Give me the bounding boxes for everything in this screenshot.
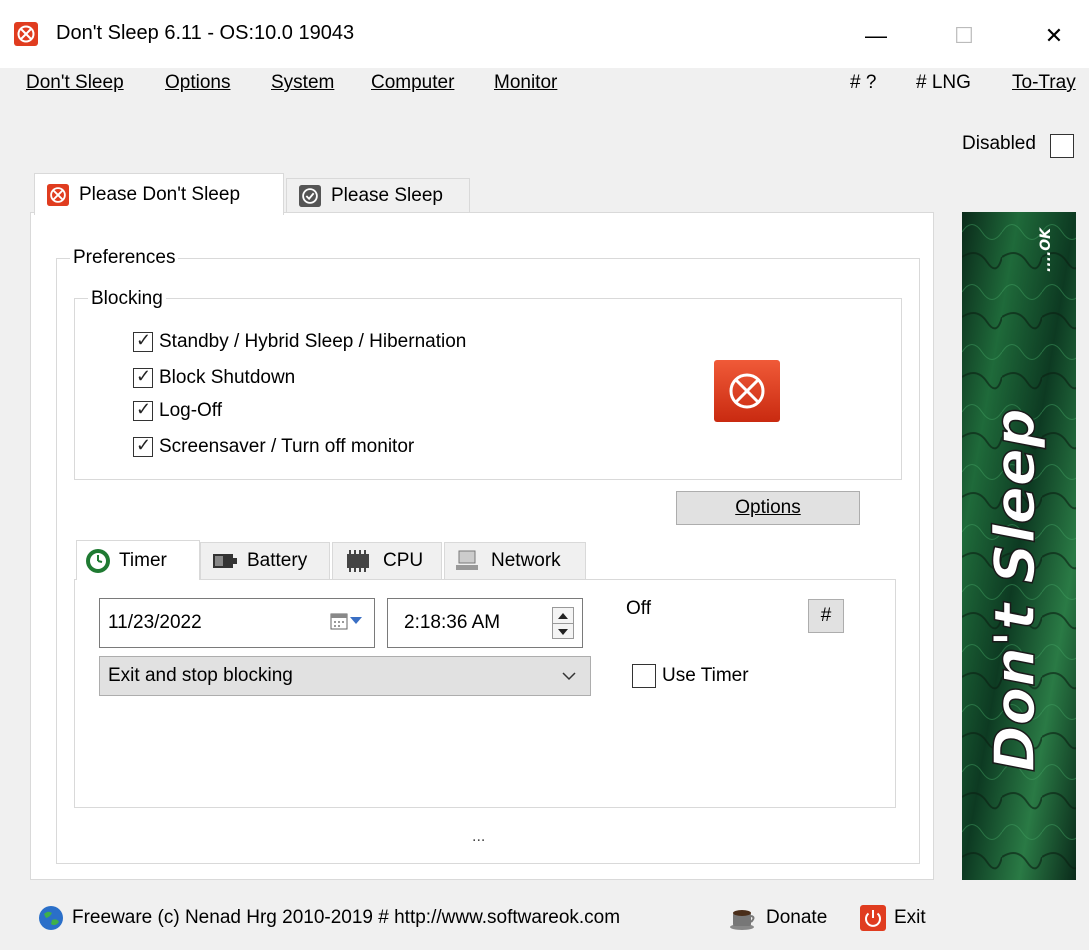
freeware-link[interactable]: Freeware (c) Nenad Hrg 2010-2019 # http:…	[38, 905, 620, 931]
date-picker[interactable]: 11/23/2022	[99, 598, 375, 648]
spin-up-icon[interactable]	[553, 608, 573, 624]
time-picker[interactable]: 2:18:36 AM	[387, 598, 583, 648]
use-timer-label: Use Timer	[662, 665, 749, 686]
tab-please-dont-sleep[interactable]: Please Don't Sleep	[34, 173, 284, 215]
donate-link[interactable]: Donate	[728, 905, 827, 931]
dont-sleep-tab-icon	[47, 183, 69, 206]
tab-network-label: Network	[491, 550, 561, 571]
menu-monitor[interactable]: Monitor	[494, 72, 557, 94]
menu-system[interactable]: System	[271, 72, 334, 94]
coffee-cup-icon	[730, 910, 755, 930]
timer-status: Off	[626, 598, 651, 619]
clock-icon	[86, 548, 110, 573]
menu-options[interactable]: Options	[165, 72, 230, 94]
spin-down-icon[interactable]	[553, 624, 573, 639]
battery-icon	[213, 554, 237, 568]
log-off-checkbox-row[interactable]: Log-Off	[133, 399, 223, 422]
maximize-button[interactable]: ☐	[934, 14, 994, 58]
chevron-down-icon	[350, 617, 362, 624]
use-timer-checkbox[interactable]	[632, 664, 656, 688]
cpu-icon	[347, 550, 369, 572]
menu-to-tray[interactable]: To-Tray	[1012, 72, 1076, 94]
preferences-title: Preferences	[70, 247, 179, 269]
disabled-label: Disabled	[962, 133, 1036, 154]
exit-label: Exit	[894, 907, 926, 928]
exit-button[interactable]: Exit	[860, 905, 926, 931]
chevron-down-icon	[562, 672, 576, 681]
block-shutdown-label: Block Shutdown	[159, 367, 296, 388]
minimize-button[interactable]: —	[846, 14, 906, 58]
calendar-dropdown-icon[interactable]	[330, 612, 362, 630]
close-button[interactable]: ✕	[1024, 14, 1084, 58]
network-icon	[456, 550, 478, 570]
tab-battery-label: Battery	[247, 550, 308, 571]
app-icon	[14, 22, 38, 46]
tab-please-dont-sleep-label: Please Don't Sleep	[79, 183, 241, 205]
panel-ellipsis: ...	[472, 828, 486, 845]
standby-label: Standby / Hybrid Sleep / Hibernation	[159, 331, 467, 352]
power-icon	[860, 905, 886, 931]
banner-title: Don't Sleep	[983, 408, 1048, 772]
log-off-label: Log-Off	[159, 400, 223, 421]
block-shutdown-checkbox-row[interactable]: Block Shutdown	[133, 366, 296, 389]
tab-cpu-label: CPU	[383, 550, 424, 571]
screensaver-checkbox[interactable]	[133, 435, 153, 457]
tab-please-sleep[interactable]: Please Sleep	[286, 178, 470, 214]
menu-dont-sleep[interactable]: Don't Sleep	[26, 72, 124, 94]
globe-icon	[39, 906, 63, 930]
log-off-checkbox[interactable]	[133, 399, 153, 421]
calendar-icon	[330, 613, 348, 630]
tab-cpu[interactable]: CPU	[332, 542, 442, 580]
use-timer-row[interactable]: Use Timer	[632, 664, 749, 688]
tab-network[interactable]: Network	[444, 542, 586, 580]
donate-label: Donate	[766, 907, 828, 928]
blocking-status-icon	[714, 360, 780, 422]
timer-hash-button[interactable]: #	[808, 599, 844, 633]
options-button[interactable]: Options	[676, 491, 860, 525]
timer-action-select[interactable]: Exit and stop blocking	[99, 656, 591, 696]
menu-language[interactable]: # LNG	[916, 72, 971, 94]
window-title: Don't Sleep 6.11 - OS:10.0 19043	[56, 22, 355, 44]
date-value: 11/23/2022	[108, 612, 202, 633]
time-value: 2:18:36 AM	[404, 612, 501, 633]
tab-please-sleep-label: Please Sleep	[331, 185, 443, 206]
standby-checkbox[interactable]	[133, 330, 153, 352]
block-shutdown-checkbox[interactable]	[133, 366, 153, 388]
blocking-title: Blocking	[88, 288, 166, 310]
sleep-tab-icon	[299, 185, 321, 207]
menu-help[interactable]: # ?	[850, 72, 876, 94]
menu-computer[interactable]: Computer	[371, 72, 454, 94]
dont-sleep-banner: Don't Sleep ....OK	[962, 212, 1076, 880]
banner-ok: ....OK	[1038, 227, 1054, 272]
freeware-text: Freeware (c) Nenad Hrg 2010-2019 # http:…	[72, 907, 621, 928]
standby-checkbox-row[interactable]: Standby / Hybrid Sleep / Hibernation	[133, 330, 467, 353]
tab-timer[interactable]: Timer	[76, 540, 200, 580]
tab-battery[interactable]: Battery	[200, 542, 330, 580]
screensaver-checkbox-row[interactable]: Screensaver / Turn off monitor	[133, 435, 415, 458]
tab-timer-label: Timer	[119, 549, 167, 571]
timer-action-value: Exit and stop blocking	[108, 665, 293, 686]
screensaver-label: Screensaver / Turn off monitor	[159, 436, 415, 457]
time-spinner[interactable]	[552, 607, 574, 639]
disabled-checkbox[interactable]	[1050, 134, 1074, 158]
